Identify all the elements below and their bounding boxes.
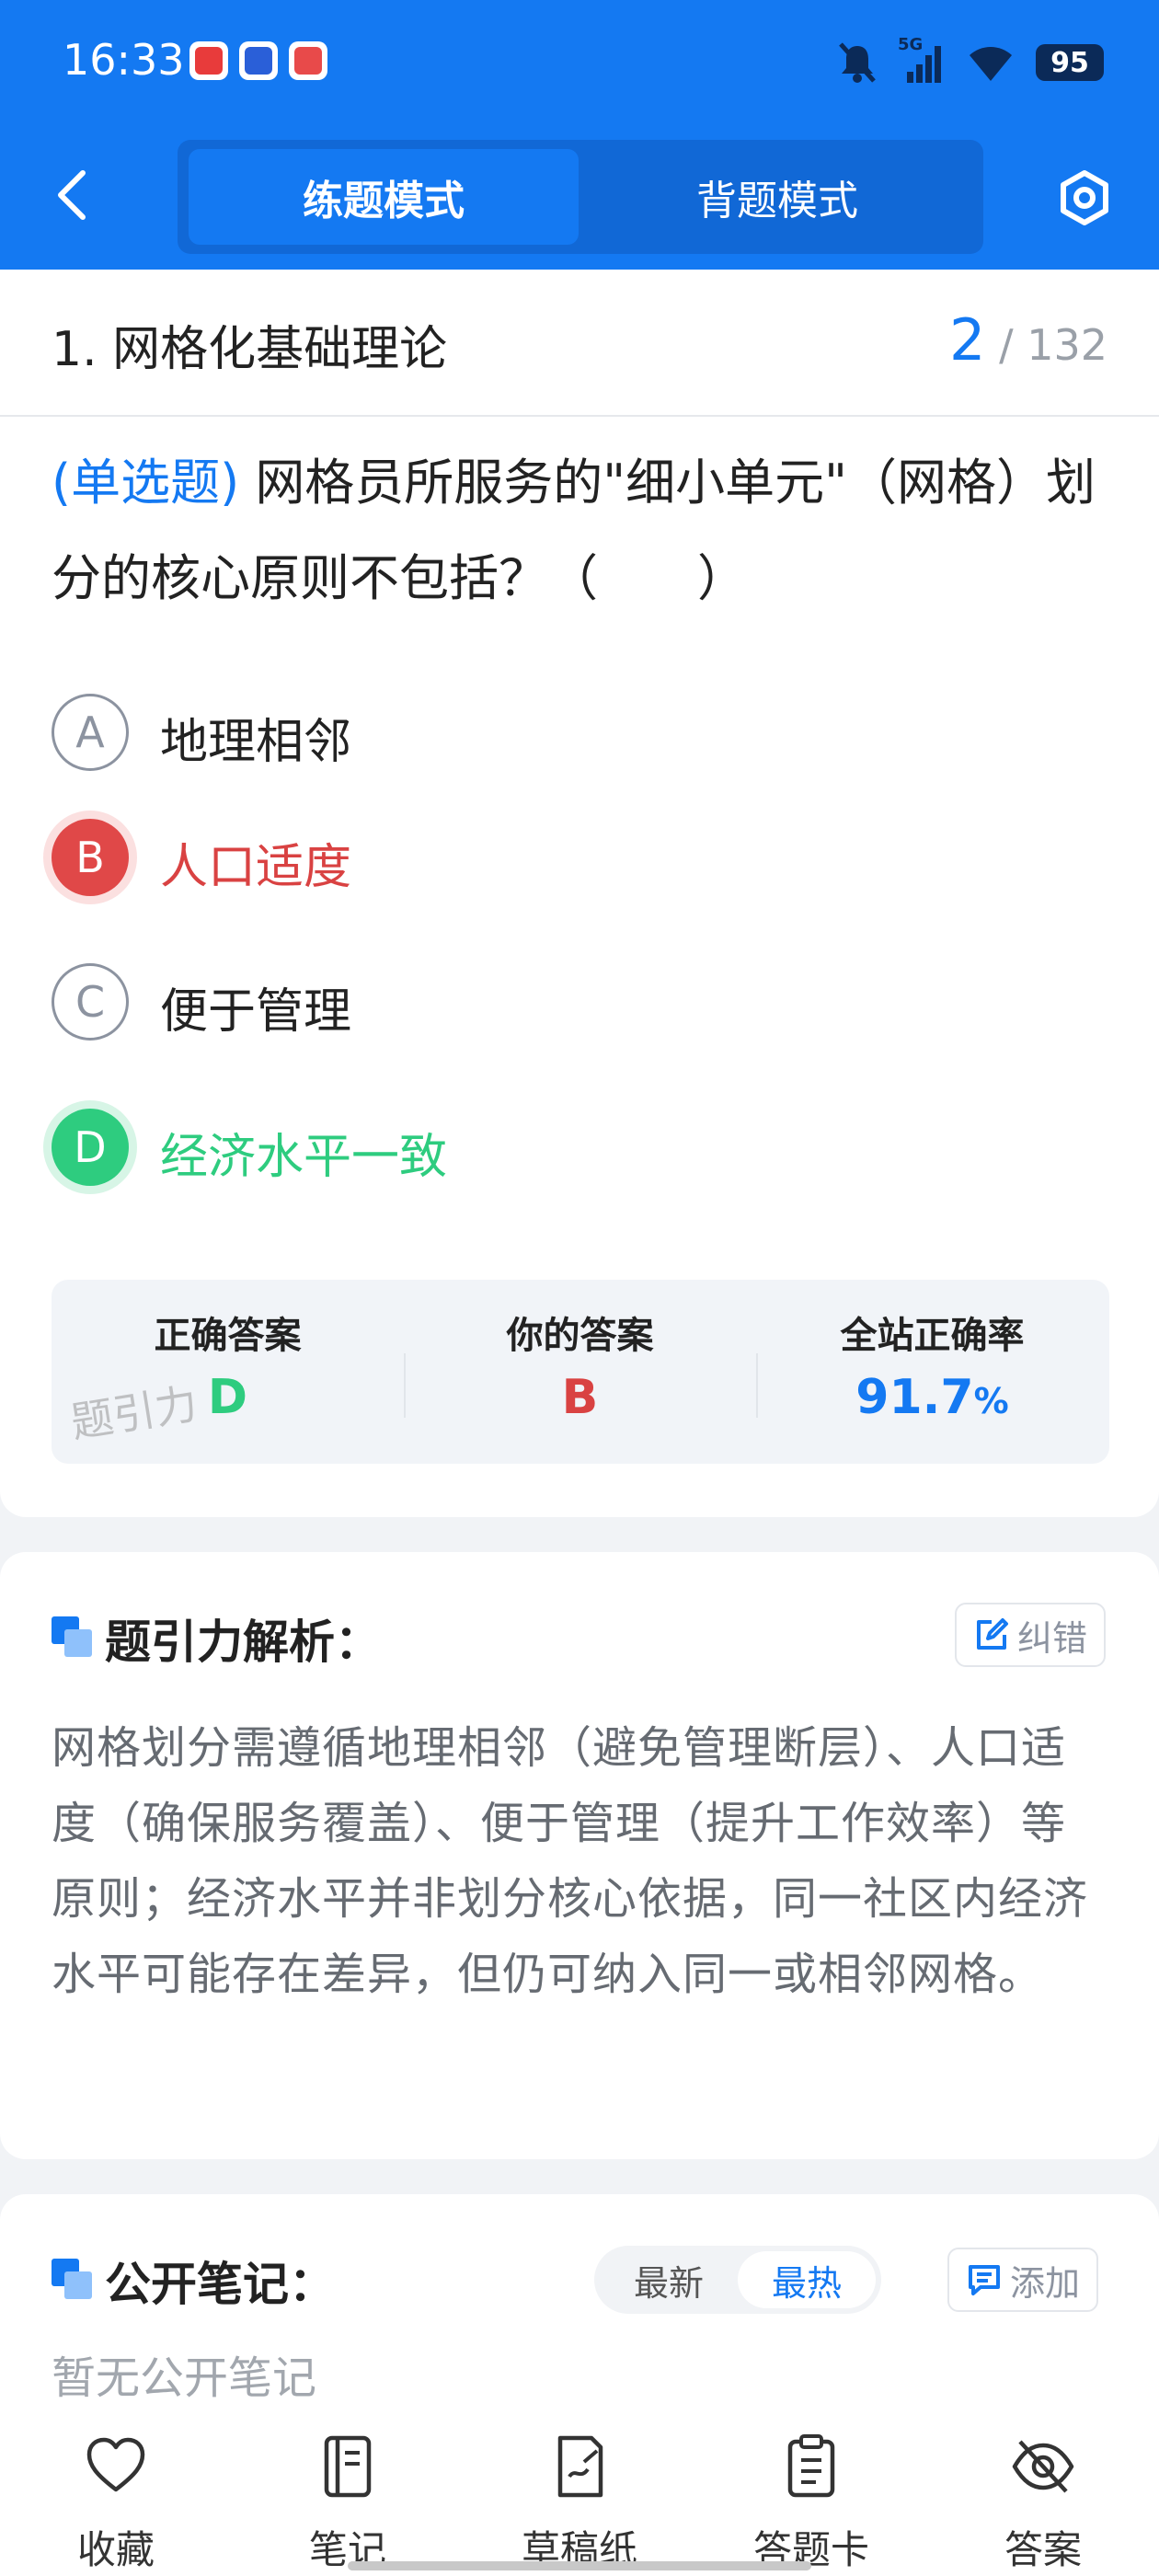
- option-b[interactable]: B 人口适度: [52, 819, 1063, 902]
- show-answer-button[interactable]: 答案: [970, 2434, 1117, 2572]
- your-answer-label: 你的答案: [506, 1315, 654, 1357]
- notification-app-icon: [289, 41, 327, 80]
- draft-paper-button[interactable]: 草稿纸: [506, 2434, 653, 2572]
- option-a[interactable]: A 地理相邻: [52, 694, 1063, 776]
- option-text: 地理相邻: [160, 715, 352, 770]
- comment-icon: [969, 2265, 1000, 2295]
- section-marker-icon: [52, 2259, 92, 2299]
- question-text: (单选题) 网格员所服务的"细小单元"（网格）划分的核心原则不包括？（ ）: [52, 435, 1109, 627]
- analysis-text: 网格划分需遵循地理相邻（避免管理断层）、人口适度（确保服务覆盖）、便于管理（提升…: [52, 1722, 1089, 2000]
- toolbar-label: 答案: [1004, 2527, 1082, 2572]
- option-text: 经济水平一致: [160, 1130, 448, 1185]
- mute-bell-icon: [839, 42, 876, 83]
- report-error-button[interactable]: 纠错: [955, 1603, 1107, 1667]
- option-d[interactable]: D 经济水平一致: [52, 1109, 1063, 1191]
- notification-app-icon: [189, 41, 228, 80]
- answer-summary: 正确答案 D 题引力 你的答案 B 全站正确率 91.7%: [52, 1280, 1109, 1464]
- empty-notes-text: 暂无公开笔记: [52, 2352, 317, 2404]
- your-answer-column: 你的答案 B: [404, 1280, 756, 1464]
- sort-latest[interactable]: 最新: [600, 2251, 738, 2308]
- notes-title: 公开笔记：: [105, 2258, 335, 2311]
- accuracy-column: 全站正确率 91.7%: [756, 1280, 1108, 1464]
- answer-sheet-button[interactable]: 答题卡: [738, 2434, 885, 2572]
- status-time: 16:33: [63, 35, 185, 85]
- your-answer-value: B: [561, 1370, 599, 1425]
- favorite-button[interactable]: 收藏: [42, 2434, 189, 2572]
- option-letter: B: [52, 819, 129, 896]
- analysis-card: 题引力解析： 纠错 网格划分需遵循地理相邻（避免管理断层）、人口适度（确保服务覆…: [0, 1552, 1159, 2159]
- option-letter: C: [52, 963, 129, 1041]
- edit-icon: [977, 1618, 1008, 1650]
- progress-separator: /: [999, 320, 1027, 370]
- option-letter: D: [52, 1109, 129, 1186]
- section-marker-icon: [52, 1616, 92, 1657]
- current-question-number: 2: [948, 306, 986, 374]
- eye-off-icon: [1012, 2440, 1074, 2493]
- accuracy-label: 全站正确率: [840, 1315, 1025, 1357]
- option-c[interactable]: C 便于管理: [52, 963, 1063, 1046]
- tab-practice-mode[interactable]: 练题模式: [189, 149, 579, 245]
- option-text: 人口适度: [160, 840, 352, 895]
- section-title: 1. 网格化基础理论: [52, 322, 448, 377]
- toolbar-label: 收藏: [76, 2527, 155, 2572]
- sort-hottest[interactable]: 最热: [738, 2251, 876, 2308]
- chevron-left-icon: [58, 170, 86, 220]
- status-bar: 16:33 5G 95: [0, 0, 1159, 129]
- wifi-icon: [970, 47, 1012, 81]
- back-button[interactable]: [50, 166, 96, 224]
- home-indicator[interactable]: [348, 2561, 811, 2570]
- signal-icon: 5G: [898, 35, 946, 85]
- notification-app-icon: [239, 41, 278, 80]
- option-text: 便于管理: [160, 984, 352, 1040]
- total-question-count: 132: [1027, 320, 1107, 370]
- notebook-icon: [324, 2435, 372, 2498]
- answer-sheet-icon: [787, 2434, 835, 2498]
- correct-answer-column: 正确答案 D 题引力: [52, 1280, 404, 1464]
- notes-sort-toggle: 最新 最热: [594, 2246, 881, 2314]
- tab-memorize-mode[interactable]: 背题模式: [582, 149, 972, 245]
- add-note-button[interactable]: 添加: [947, 2248, 1099, 2312]
- heart-icon: [86, 2437, 145, 2492]
- bottom-toolbar: 收藏 笔记 草稿纸 答题卡 答案: [0, 2410, 1159, 2576]
- app-header: 16:33 5G 95 练题模式 背题模式: [0, 0, 1159, 270]
- accuracy-value: 91.7%: [756, 1370, 1108, 1425]
- question-card: 1. 网格化基础理论 2 / 132 (单选题) 网格员所服务的"细小单元"（网…: [0, 270, 1159, 1517]
- gear-icon: [1061, 170, 1108, 225]
- accuracy-unit: %: [973, 1381, 1009, 1421]
- draft-paper-icon: [557, 2435, 603, 2498]
- section-bar: 1. 网格化基础理论 2 / 132: [0, 270, 1159, 417]
- status-icons: 5G 95: [837, 35, 1104, 88]
- battery-indicator: 95: [1036, 44, 1104, 81]
- correct-answer-label: 正确答案: [154, 1315, 302, 1357]
- accuracy-number: 91.7: [855, 1370, 974, 1425]
- report-error-label: 纠错: [1017, 1617, 1088, 1659]
- settings-button[interactable]: [1056, 169, 1113, 226]
- mode-switch: 练题模式 背题模式: [178, 140, 983, 254]
- add-note-label: 添加: [1010, 2262, 1081, 2304]
- question-type-label: (单选题): [52, 454, 240, 512]
- question-progress: 2 / 132: [949, 306, 1107, 374]
- notes-button[interactable]: 笔记: [274, 2434, 421, 2572]
- analysis-title: 题引力解析：: [105, 1616, 381, 1669]
- option-letter: A: [52, 694, 129, 771]
